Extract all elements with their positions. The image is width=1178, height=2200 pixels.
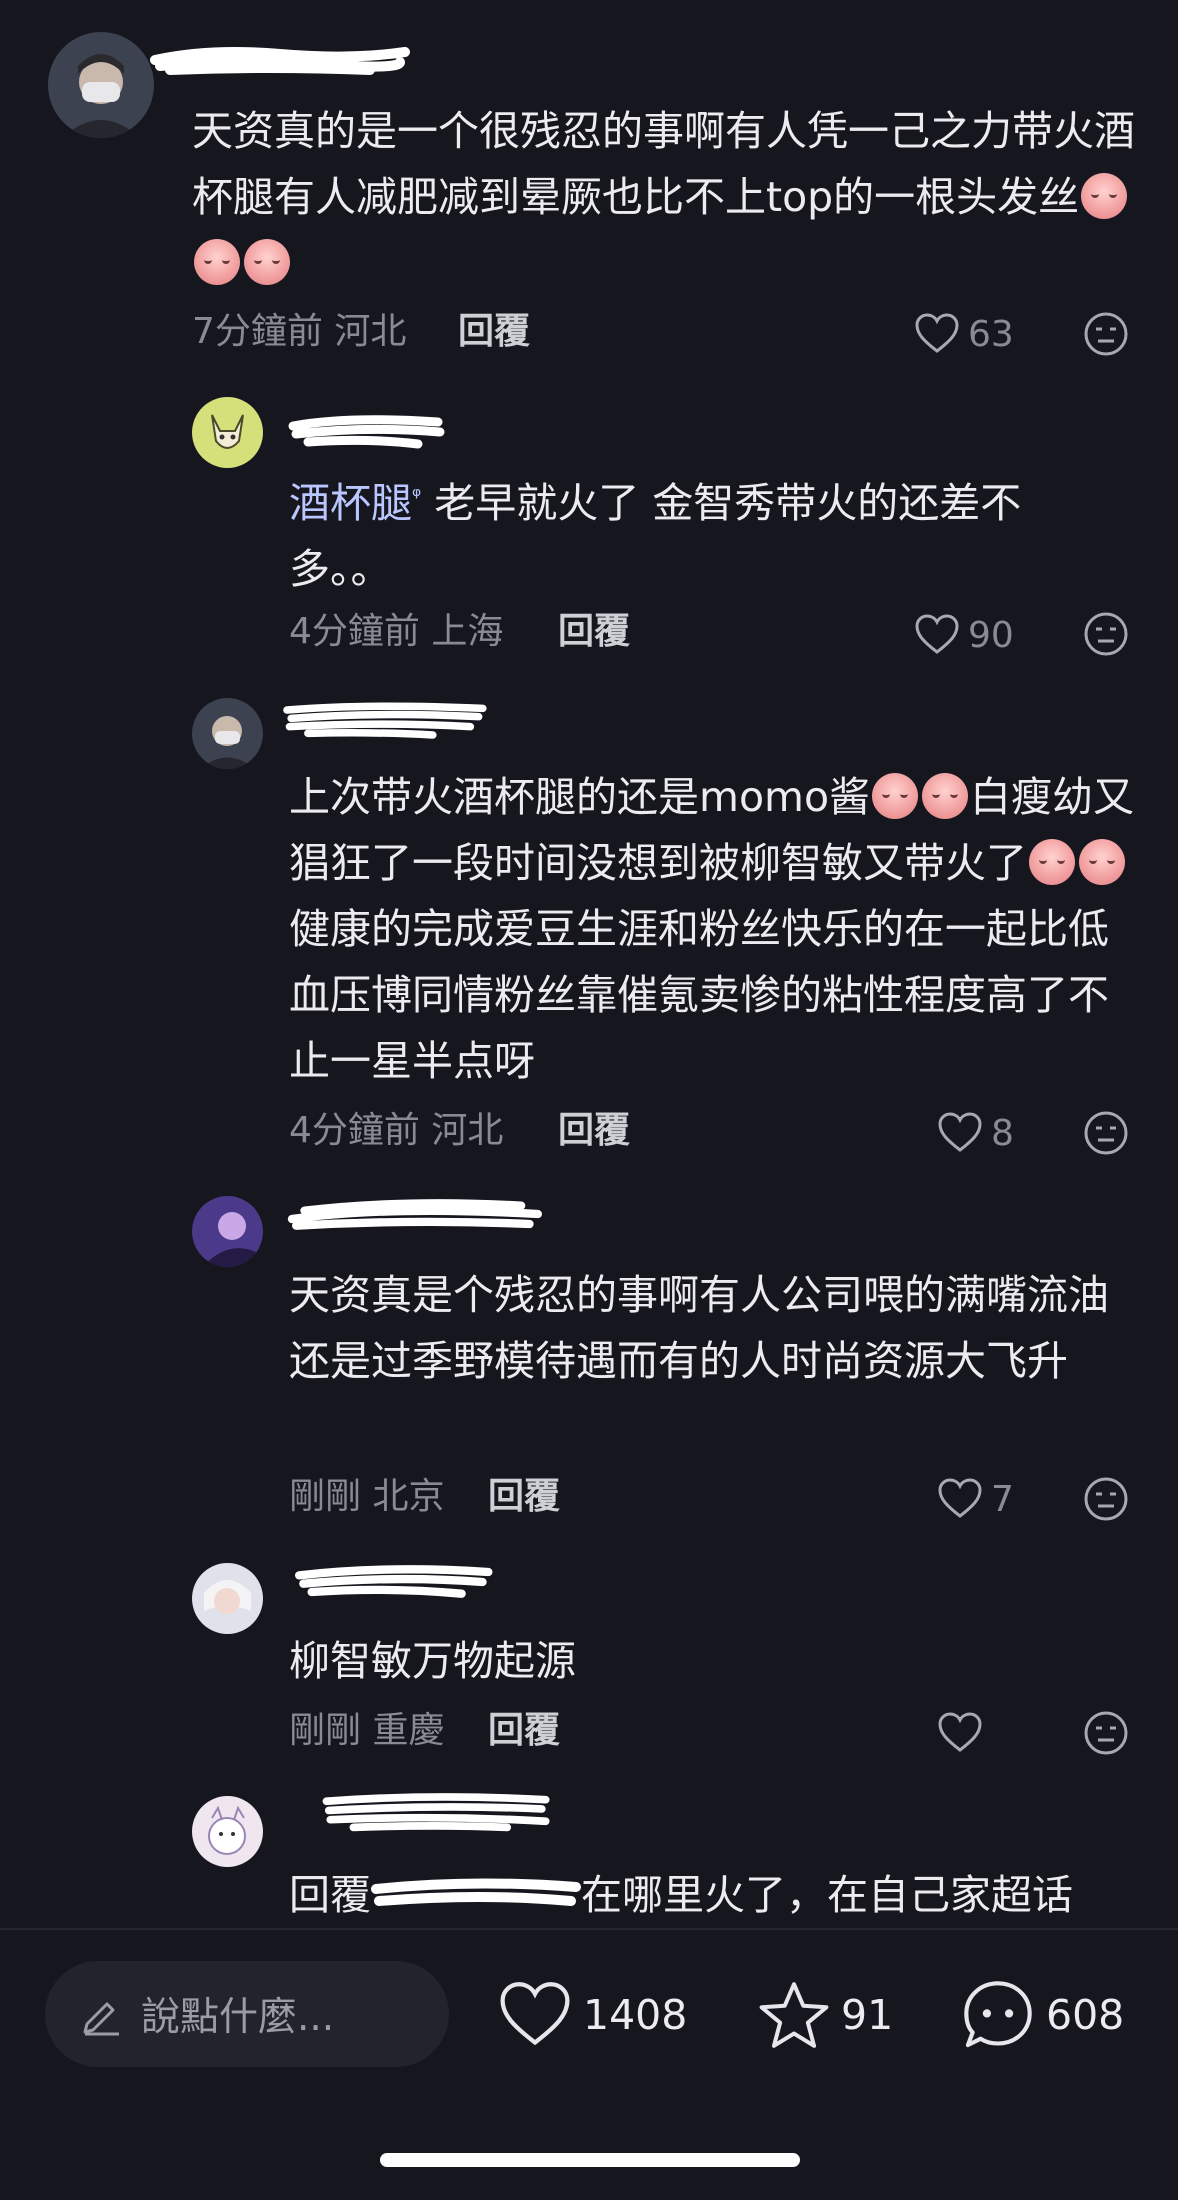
post-like-button[interactable]: 1408 — [497, 1980, 687, 2050]
username-redacted — [322, 1793, 550, 1832]
reply-button[interactable]: 回覆 — [558, 607, 630, 657]
favorite-button[interactable]: 91 — [757, 1980, 893, 2050]
dislike-face-icon[interactable] — [1083, 311, 1129, 357]
comment-text: 回覆 在哪里火了，在自己家超话 — [289, 1871, 1073, 1919]
comment-meta: 剛剛 重慶 — [289, 1706, 444, 1756]
like-button[interactable] — [937, 1708, 991, 1758]
like-button[interactable]: 63 — [914, 309, 1014, 359]
dislike-face-icon[interactable] — [1083, 1476, 1129, 1522]
comments-button[interactable]: 608 — [960, 1980, 1124, 2050]
comment-meta: 4分鐘前 河北 — [289, 1106, 503, 1156]
heart-icon — [938, 1478, 982, 1518]
comment-time: 剛剛 — [289, 1710, 362, 1751]
angry-emoji — [1079, 839, 1125, 885]
comment-text: 天资真的是一个很残忍的事啊有人凭一己之力带火酒杯腿有人减肥减到晕厥也比不上top… — [192, 98, 1142, 296]
comment-meta: 剛剛 北京 — [289, 1472, 444, 1522]
crying-emoji — [244, 239, 290, 285]
comment-meta: 4分鐘前 上海 — [289, 607, 503, 657]
chat-bubble-icon — [964, 1981, 1032, 2048]
heart-icon — [915, 313, 959, 353]
comment-input-placeholder: 說點什麼... — [141, 1995, 335, 2040]
praying-emoji — [922, 773, 969, 819]
comment-time: 剛剛 — [289, 1476, 362, 1517]
comment-count: 608 — [1046, 1991, 1125, 2039]
praying-emoji — [872, 773, 919, 819]
favorite-count: 91 — [841, 1991, 894, 2039]
avatar[interactable] — [192, 1196, 263, 1267]
reply-button[interactable]: 回覆 — [458, 307, 530, 357]
heart-icon — [938, 1112, 982, 1152]
comment-location: 河北 — [431, 1110, 504, 1151]
like-count: 90 — [968, 614, 1014, 656]
comment-text: 酒杯腿ᵠ 老早就火了 金智秀带火的还差不多。。 — [289, 479, 1022, 593]
dislike-face-icon[interactable] — [1083, 611, 1129, 657]
home-indicator[interactable] — [380, 2153, 800, 2167]
comment-time: 4分鐘前 — [289, 1110, 420, 1151]
dislike-face-icon[interactable] — [1083, 1110, 1129, 1156]
heart-icon — [938, 1712, 982, 1752]
comment-time: 4分鐘前 — [289, 611, 420, 652]
avatar[interactable] — [192, 1563, 263, 1634]
heart-icon — [915, 614, 959, 654]
avatar[interactable] — [192, 1796, 263, 1867]
angry-emoji — [1029, 839, 1075, 885]
comment-time: 7分鐘前 — [192, 311, 323, 352]
like-button[interactable]: 90 — [914, 610, 1014, 660]
like-count: 8 — [991, 1112, 1014, 1154]
username-redacted — [295, 1565, 493, 1598]
comment-location: 河北 — [334, 311, 407, 352]
avatar[interactable] — [192, 698, 263, 769]
search-icon: ᵠ — [412, 484, 422, 509]
reply-button[interactable]: 回覆 — [488, 1706, 560, 1756]
comment-text: 天资真是个残忍的事啊有人公司喂的满嘴流油还是过季野模待遇而有的人时尚资源大飞升 — [289, 1271, 1109, 1385]
star-icon — [759, 1982, 829, 2048]
comment-text: 上次带火酒杯腿的还是momo酱 白瘦幼又猖狂了一段时间没想到被柳智敏又带火了健康的… — [289, 773, 1135, 1085]
avatar[interactable] — [192, 397, 263, 468]
topic-mention-link[interactable]: 酒杯腿 — [289, 479, 412, 527]
comment-location: 上海 — [431, 611, 504, 652]
username-redacted — [288, 415, 445, 449]
username-redacted — [287, 1199, 542, 1230]
comment-location: 北京 — [372, 1476, 445, 1517]
pencil-icon — [83, 2002, 119, 2036]
comment-input[interactable]: 說點什麼... — [45, 1961, 449, 2067]
like-button[interactable]: 7 — [937, 1474, 1014, 1524]
mention-redacted — [371, 1878, 581, 1906]
reply-button[interactable]: 回覆 — [488, 1472, 560, 1522]
reply-button[interactable]: 回覆 — [558, 1106, 630, 1156]
comment-location: 重慶 — [372, 1710, 445, 1751]
comment-meta: 7分鐘前 河北 — [192, 307, 406, 357]
comment-text: 柳智敏万物起源 — [289, 1637, 576, 1685]
like-count: 63 — [968, 313, 1014, 355]
username-redacted — [150, 47, 410, 75]
avatar[interactable] — [48, 32, 154, 138]
crying-emoji — [1081, 173, 1128, 219]
like-button[interactable]: 8 — [937, 1108, 1014, 1158]
like-count: 7 — [991, 1478, 1014, 1520]
crying-emoji — [194, 239, 240, 285]
heart-icon — [500, 1982, 570, 2046]
dislike-face-icon[interactable] — [1083, 1710, 1129, 1756]
username-redacted — [283, 702, 487, 739]
post-like-count: 1408 — [583, 1991, 688, 2039]
